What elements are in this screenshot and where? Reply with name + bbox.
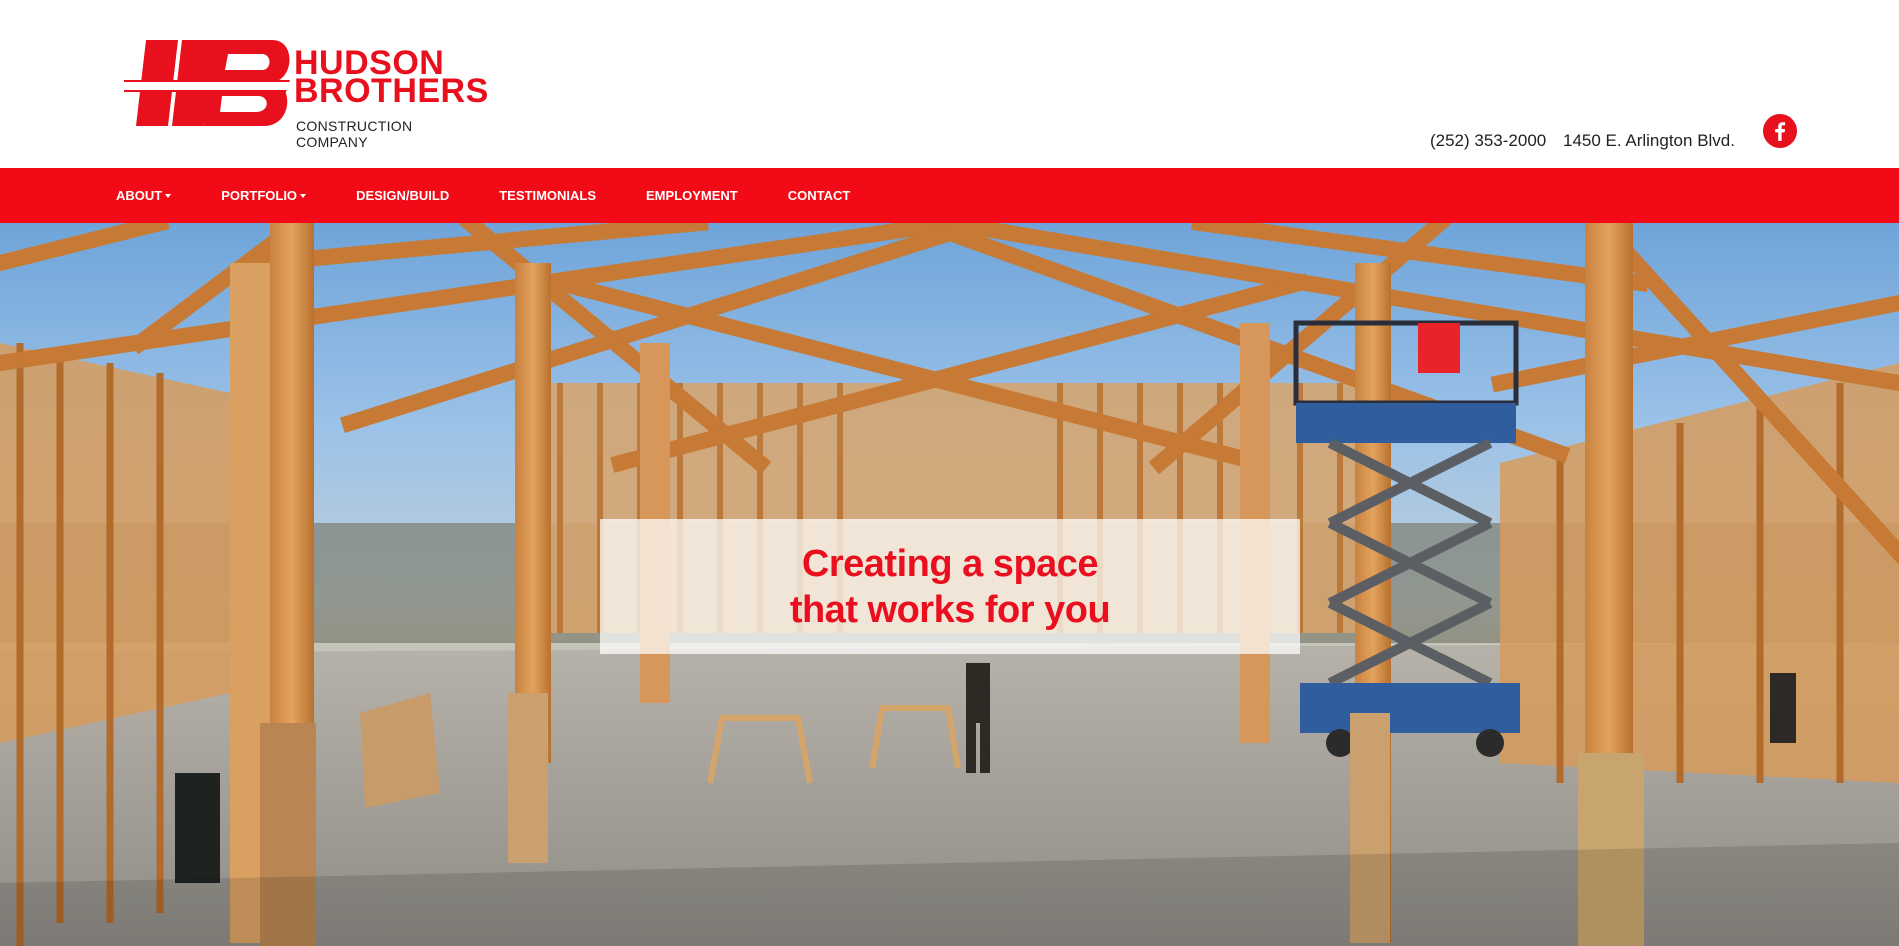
main-nav: ABOUT PORTFOLIO DESIGN/BUILD TESTIMONIAL… <box>0 168 1899 223</box>
nav-item-employment[interactable]: EMPLOYMENT <box>646 188 738 203</box>
address: 1450 E. Arlington Blvd. <box>1562 131 1735 150</box>
nav-label: ABOUT <box>116 188 163 203</box>
nav-item-contact[interactable]: CONTACT <box>788 188 851 203</box>
brand-name: HUDSON BROTHERS <box>294 46 489 110</box>
nav-label: CONTACT <box>787 188 851 203</box>
caret-down-icon <box>300 193 307 198</box>
nav-label: TESTIMONIALS <box>499 188 597 203</box>
nav-item-portfolio[interactable]: PORTFOLIO <box>221 188 307 203</box>
hero-banner: Creating a space that works for you <box>0 223 1899 946</box>
brand-logo[interactable]: HUDSON BROTHERS CONSTRUCTION COMPANY <box>124 38 488 150</box>
brand-tagline: CONSTRUCTION COMPANY <box>296 118 413 150</box>
facebook-icon[interactable] <box>1763 114 1797 148</box>
nav-label: PORTFOLIO <box>221 188 298 203</box>
nav-item-about[interactable]: ABOUT <box>116 188 172 203</box>
brand-name-line2: BROTHERS <box>294 72 489 110</box>
site-header: HUDSON BROTHERS CONSTRUCTION COMPANY (25… <box>0 0 1899 168</box>
phone-number[interactable]: (252) 353-2000 <box>1430 131 1546 150</box>
nav-label: DESIGN/BUILD <box>356 188 450 203</box>
hb-logo-mark <box>124 40 292 126</box>
nav-label: EMPLOYMENT <box>646 188 738 203</box>
hero-headline-line2: that works for you <box>789 588 1111 631</box>
hero-headline-line1: Creating a space <box>801 542 1099 585</box>
hero-headline-box: Creating a space that works for you <box>600 519 1300 654</box>
contact-info: (252) 353-2000 1450 E. Arlington Blvd. <box>1418 131 1735 151</box>
nav-item-design-build[interactable]: DESIGN/BUILD <box>356 188 449 203</box>
nav-item-testimonials[interactable]: TESTIMONIALS <box>499 188 596 203</box>
caret-down-icon <box>165 193 172 198</box>
